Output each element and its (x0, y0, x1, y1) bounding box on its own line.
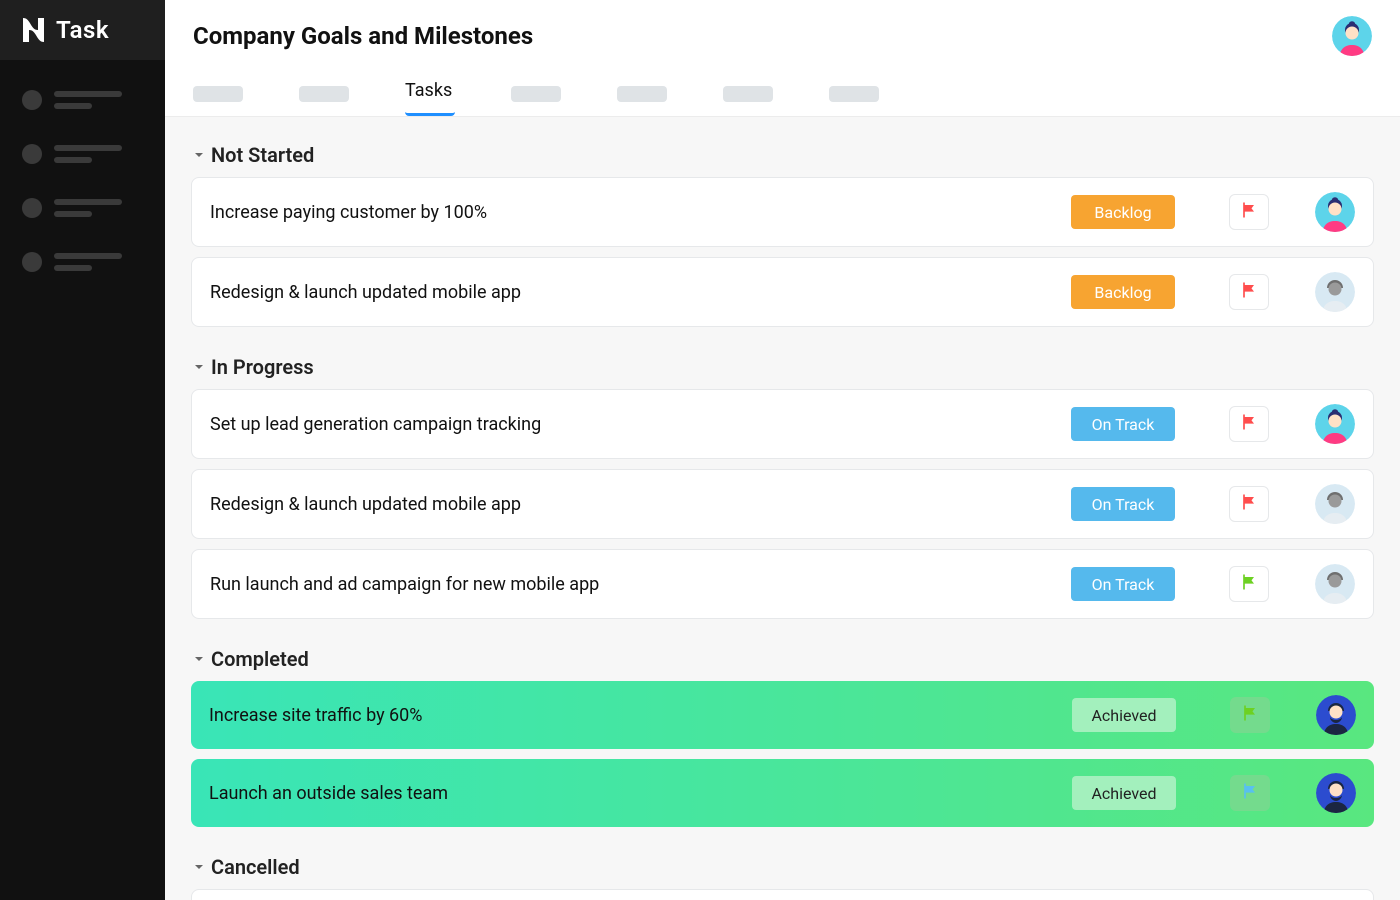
task-title: Redesign & launch updated mobile app (210, 494, 1071, 515)
sidebar-logo[interactable]: Task (0, 0, 165, 60)
tab-placeholder[interactable] (829, 86, 879, 102)
sidebar-nav (0, 60, 165, 302)
status-badge[interactable]: Backlog (1071, 275, 1175, 309)
tab-placeholder[interactable] (723, 86, 773, 102)
status-badge[interactable]: On Track (1071, 567, 1175, 601)
task-title: Increase paying customer by 100% (210, 202, 1071, 223)
task-title: Set up lead generation campaign tracking (210, 414, 1071, 435)
sidebar-item-lines (54, 253, 122, 271)
logo-text: Task (56, 16, 109, 44)
flag-button[interactable] (1229, 194, 1269, 230)
task-list: Increase paying customer by 100% Backlog… (191, 177, 1374, 327)
sidebar-item-lines (54, 199, 122, 217)
chevron-down-icon (193, 861, 205, 873)
sidebar-item[interactable] (22, 144, 143, 164)
assignee-avatar[interactable] (1316, 695, 1356, 735)
section: Cancelled Receive >95% positive customer… (191, 847, 1374, 900)
assignee-avatar[interactable] (1315, 564, 1355, 604)
page-title: Company Goals and Milestones (193, 22, 533, 50)
flag-icon (1239, 200, 1259, 224)
section-header[interactable]: In Progress (191, 347, 1374, 389)
task-row[interactable]: Set up lead generation campaign tracking… (191, 389, 1374, 459)
tabs: Tasks (165, 64, 1400, 116)
task-title: Increase site traffic by 60% (209, 705, 1072, 726)
status-badge[interactable]: Achieved (1072, 698, 1176, 732)
section-header[interactable]: Completed (191, 639, 1374, 681)
assignee-avatar[interactable] (1315, 192, 1355, 232)
flag-icon (1239, 412, 1259, 436)
logo-icon (20, 18, 50, 42)
flag-button[interactable] (1230, 697, 1270, 733)
flag-button[interactable] (1229, 486, 1269, 522)
status-badge[interactable]: On Track (1071, 407, 1175, 441)
sidebar-item[interactable] (22, 198, 143, 218)
sidebar: Task (0, 0, 165, 900)
user-avatar[interactable] (1332, 16, 1372, 56)
assignee-avatar[interactable] (1316, 773, 1356, 813)
section-title: In Progress (211, 355, 314, 379)
status-badge[interactable]: On Track (1071, 487, 1175, 521)
tab-placeholder[interactable] (299, 86, 349, 102)
task-list: Increase site traffic by 60% Achieved La… (191, 681, 1374, 827)
task-list: Set up lead generation campaign tracking… (191, 389, 1374, 619)
flag-button[interactable] (1230, 775, 1270, 811)
tab-label: Tasks (405, 80, 452, 101)
task-title: Launch an outside sales team (209, 783, 1072, 804)
flag-button[interactable] (1229, 566, 1269, 602)
sidebar-item-lines (54, 145, 122, 163)
flag-button[interactable] (1229, 406, 1269, 442)
task-title: Run launch and ad campaign for new mobil… (210, 574, 1071, 595)
section-header[interactable]: Not Started (191, 135, 1374, 177)
assignee-avatar[interactable] (1315, 404, 1355, 444)
task-title: Redesign & launch updated mobile app (210, 282, 1071, 303)
section: Completed Increase site traffic by 60% A… (191, 639, 1374, 827)
content: Not Started Increase paying customer by … (165, 117, 1400, 900)
section: Not Started Increase paying customer by … (191, 135, 1374, 327)
section-header[interactable]: Cancelled (191, 847, 1374, 889)
flag-button[interactable] (1229, 274, 1269, 310)
flag-icon (1240, 703, 1260, 727)
sidebar-item-icon (22, 252, 42, 272)
status-badge[interactable]: Backlog (1071, 195, 1175, 229)
section-title: Completed (211, 647, 309, 671)
sidebar-item-icon (22, 90, 42, 110)
chevron-down-icon (193, 653, 205, 665)
tab-tasks[interactable]: Tasks (405, 80, 455, 116)
flag-icon (1239, 572, 1259, 596)
sidebar-item[interactable] (22, 90, 143, 110)
tab-placeholder[interactable] (193, 86, 243, 102)
task-row[interactable]: Run launch and ad campaign for new mobil… (191, 549, 1374, 619)
sidebar-item-icon (22, 144, 42, 164)
tab-placeholder[interactable] (617, 86, 667, 102)
tab-placeholder[interactable] (511, 86, 561, 102)
chevron-down-icon (193, 149, 205, 161)
sidebar-item[interactable] (22, 252, 143, 272)
task-row[interactable]: Receive >95% positive customer reviews i… (191, 889, 1374, 900)
task-row[interactable]: Launch an outside sales team Achieved (191, 759, 1374, 827)
header: Company Goals and Milestones Tasks (165, 0, 1400, 117)
flag-icon (1240, 781, 1260, 805)
assignee-avatar[interactable] (1315, 272, 1355, 312)
assignee-avatar[interactable] (1315, 484, 1355, 524)
section-title: Not Started (211, 143, 314, 167)
chevron-down-icon (193, 361, 205, 373)
task-row[interactable]: Increase paying customer by 100% Backlog (191, 177, 1374, 247)
task-row[interactable]: Redesign & launch updated mobile app Bac… (191, 257, 1374, 327)
main: Company Goals and Milestones Tasks Not S… (165, 0, 1400, 900)
flag-icon (1239, 492, 1259, 516)
task-list: Receive >95% positive customer reviews i… (191, 889, 1374, 900)
sidebar-item-lines (54, 91, 122, 109)
section: In Progress Set up lead generation campa… (191, 347, 1374, 619)
section-title: Cancelled (211, 855, 300, 879)
task-row[interactable]: Redesign & launch updated mobile app On … (191, 469, 1374, 539)
flag-icon (1239, 280, 1259, 304)
task-row[interactable]: Increase site traffic by 60% Achieved (191, 681, 1374, 749)
status-badge[interactable]: Achieved (1072, 776, 1176, 810)
sidebar-item-icon (22, 198, 42, 218)
